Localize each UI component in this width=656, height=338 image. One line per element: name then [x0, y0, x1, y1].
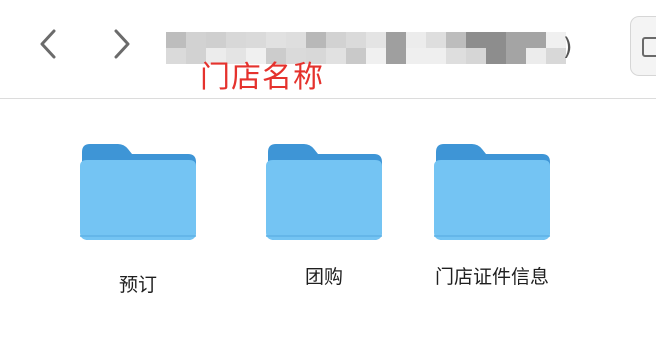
path-title-tail: )	[563, 33, 573, 61]
redacted-pixel	[326, 48, 346, 64]
redacted-pixel	[226, 32, 246, 48]
redacted-pixel	[506, 32, 526, 48]
redacted-pixel	[426, 32, 446, 48]
redacted-pixel	[386, 48, 406, 64]
folder-icon	[78, 136, 198, 242]
redacted-pixel	[246, 32, 266, 48]
redacted-pixel	[466, 48, 486, 64]
folder-item[interactable]: 预订	[58, 136, 218, 298]
finder-window: ) 门店名称 预订 团购 门店证件信息	[0, 0, 656, 338]
redacted-pixel	[186, 32, 206, 48]
redacted-pixel	[346, 32, 366, 48]
redacted-pixel	[206, 32, 226, 48]
redacted-pixel	[386, 32, 406, 48]
forward-button[interactable]	[102, 22, 142, 66]
redacted-pixel	[366, 32, 386, 48]
redacted-pixel	[306, 32, 326, 48]
redacted-pixel	[446, 32, 466, 48]
redacted-pixel	[486, 48, 506, 64]
redacted-pixel	[426, 48, 446, 64]
folder-icon	[432, 136, 552, 242]
folder-item[interactable]: 门店证件信息	[412, 136, 572, 290]
redacted-pixel	[166, 48, 186, 64]
redacted-pixel	[446, 48, 466, 64]
redacted-pixel	[526, 32, 546, 48]
folder-label: 预订	[118, 274, 157, 296]
folder-item[interactable]: 团购	[244, 136, 404, 290]
redacted-pixel	[266, 32, 286, 48]
redacted-pixel	[326, 32, 346, 48]
redacted-pixel	[526, 48, 546, 64]
folder-icon	[264, 136, 384, 242]
redacted-pixel	[166, 32, 186, 48]
folder-label: 门店证件信息	[434, 266, 549, 288]
redacted-pixel	[406, 32, 426, 48]
redacted-pixel	[466, 32, 486, 48]
toolbar: )	[0, 0, 656, 99]
chevron-left-icon	[40, 29, 56, 59]
redacted-pixel	[506, 48, 526, 64]
redacted-pixel	[366, 48, 386, 64]
back-button[interactable]	[28, 22, 68, 66]
redacted-pixel	[406, 48, 426, 64]
view-options-button[interactable]	[630, 16, 656, 76]
folder-label: 团购	[304, 266, 343, 288]
redacted-pixel	[346, 48, 366, 64]
view-options-icon	[642, 37, 656, 57]
chevron-right-icon	[114, 29, 130, 59]
redacted-pixel	[486, 32, 506, 48]
store-name-annotation: 门店名称	[200, 60, 324, 95]
redacted-pixel	[286, 32, 306, 48]
